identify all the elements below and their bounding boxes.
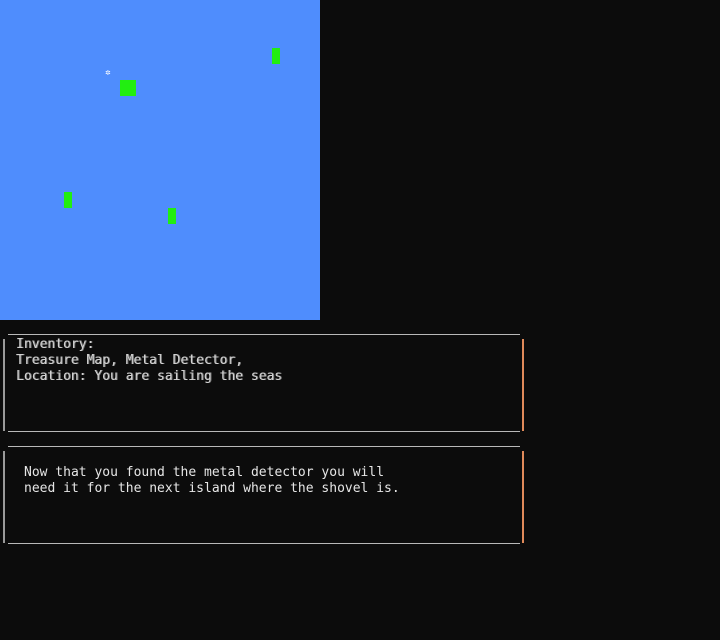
location-text: Location: You are sailing the seas	[16, 369, 283, 384]
panel-right-border	[522, 451, 524, 543]
panel-bottom-border	[8, 431, 520, 432]
message-line-1: Now that you found the metal detector yo…	[24, 465, 385, 480]
island	[64, 192, 72, 208]
inventory-heading: Inventory:	[16, 337, 95, 352]
sea-map: ✲	[0, 0, 320, 320]
panel-bottom-border	[8, 543, 520, 544]
inventory-items: Treasure Map, Metal Detector,	[16, 353, 243, 368]
island	[120, 80, 136, 96]
island	[272, 48, 280, 64]
inventory-panel: Inventory: Treasure Map, Metal Detector,…	[0, 330, 528, 434]
panel-left-border	[3, 339, 5, 431]
island	[168, 208, 176, 224]
player-ship-icon: ✲	[105, 68, 111, 78]
message-line-2: need it for the next island where the sh…	[24, 481, 400, 496]
panel-top-border	[8, 334, 520, 335]
panel-right-border	[522, 339, 524, 431]
message-panel: Now that you found the metal detector yo…	[0, 442, 528, 546]
panel-left-border	[3, 451, 5, 543]
panel-top-border	[8, 446, 520, 447]
